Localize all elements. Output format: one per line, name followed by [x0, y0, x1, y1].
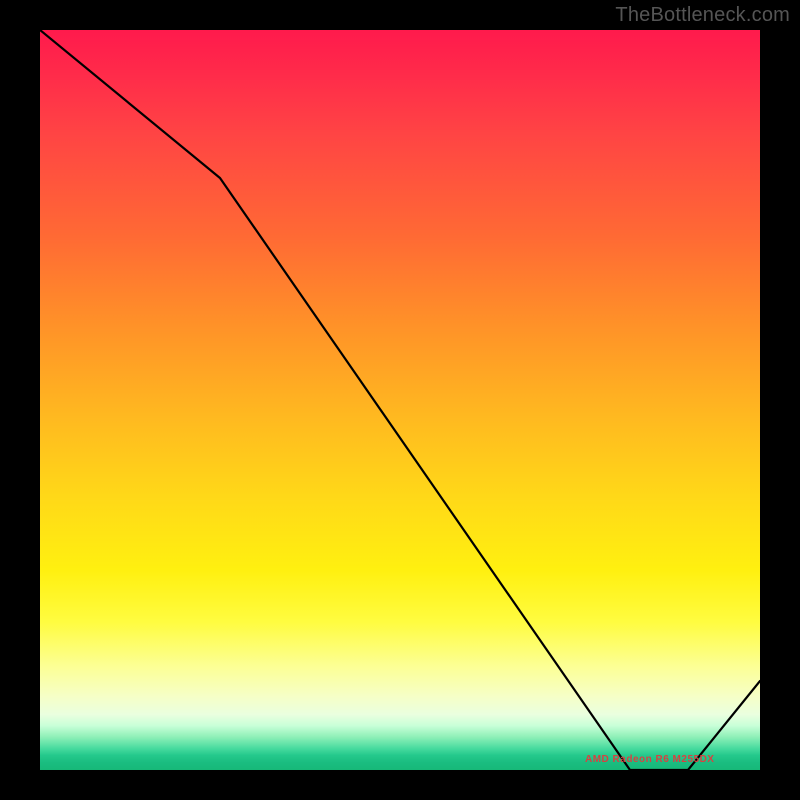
plot-area: AMD Radeon R6 M255DX — [40, 30, 760, 770]
series-annotation: AMD Radeon R6 M255DX — [585, 754, 714, 765]
line-curve — [40, 30, 760, 770]
watermark-text: TheBottleneck.com — [615, 4, 790, 27]
